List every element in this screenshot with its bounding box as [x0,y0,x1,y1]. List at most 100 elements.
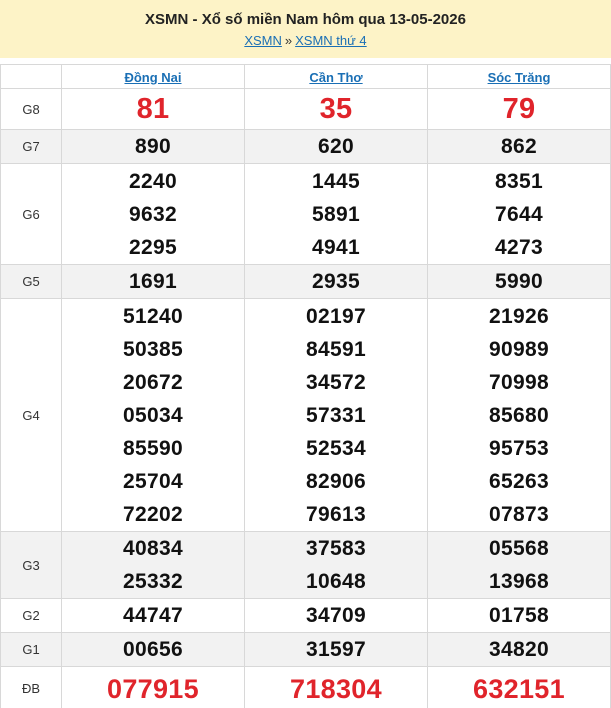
prize-number: 8351 [495,169,543,193]
prize-row-g3: G3 40834 25332 37583 10648 05568 13968 [0,531,611,599]
prize-cell: 8351 7644 4273 [427,163,611,265]
prize-cell: 05568 13968 [427,531,611,599]
prize-label: G6 [0,163,62,265]
page-title: XSMN - Xổ số miền Nam hôm qua 13-05-2026 [145,11,466,28]
prize-number: 90989 [489,337,549,361]
prize-label: G8 [0,88,62,130]
prize-cell: 890 [61,129,245,164]
prize-table-body: G8 81 35 79 G7 890 620 862 G6 2240 9632 2295 1445 589… [0,88,611,708]
prize-cell: 31597 [244,632,428,667]
prize-number: 5891 [312,202,360,226]
prize-cell: 01758 [427,598,611,633]
province-header-dong-nai: Đồng Nai [61,64,245,89]
header-corner-cell [0,64,62,89]
prize-number: 85680 [489,403,549,427]
prize-row-g6: G6 2240 9632 2295 1445 5891 4941 8351 7644 4273 [0,163,611,265]
results-table: Đồng Nai Cần Thơ Sóc Trăng G8 81 35 79 G7 890… [0,64,611,708]
prize-row-db: ĐB 077915 718304 632151 [0,666,611,708]
breadcrumb: XSMN» XSMN thứ 4 [0,32,611,50]
province-header-row: Đồng Nai Cần Thơ Sóc Trăng [0,64,611,89]
prize-number: 34572 [306,370,366,394]
prize-number: 05034 [123,403,183,427]
prize-cell: 2935 [244,264,428,299]
prize-label: ĐB [0,666,62,708]
prize-number: 01758 [489,604,549,627]
province-link-can-tho[interactable]: Cần Thơ [309,70,362,85]
prize-number: 05568 [489,537,549,560]
prize-number: 2935 [312,270,360,293]
prize-number: 632151 [473,673,565,704]
prize-number: 84591 [306,337,366,361]
prize-number: 10648 [306,570,366,593]
province-header-can-tho: Cần Thơ [244,64,428,89]
prize-number: 21926 [489,304,549,328]
prize-cell: 077915 [61,666,245,708]
prize-row-g4: G4 51240 50385 20672 05034 85590 25704 72202 021… [0,298,611,532]
prize-number: 620 [318,135,354,158]
prize-cell: 37583 10648 [244,531,428,599]
prize-number: 65263 [489,469,549,493]
prize-number: 2295 [129,235,177,259]
prize-label: G4 [0,298,62,532]
prize-cell: 00656 [61,632,245,667]
prize-number: 82906 [306,469,366,493]
province-link-dong-nai[interactable]: Đồng Nai [124,70,181,85]
prize-number: 890 [135,135,171,158]
prize-number: 7644 [495,202,543,226]
prize-number: 02197 [306,304,366,328]
prize-cell: 2240 9632 2295 [61,163,245,265]
prize-number: 57331 [306,403,366,427]
prize-cell: 862 [427,129,611,164]
prize-cell: 5990 [427,264,611,299]
prize-cell: 21926 90989 70998 85680 95753 65263 07873 [427,298,611,532]
breadcrumb-link-xsmn[interactable]: XSMN [244,33,282,48]
prize-number: 34820 [489,638,549,661]
prize-cell: 40834 25332 [61,531,245,599]
prize-number: 5990 [495,270,543,293]
prize-cell: 1445 5891 4941 [244,163,428,265]
prize-number: 1691 [129,270,177,293]
prize-row-g7: G7 890 620 862 [0,129,611,164]
prize-number: 72202 [123,502,183,526]
prize-number: 13968 [489,570,549,593]
prize-cell: 02197 84591 34572 57331 52534 82906 79613 [244,298,428,532]
prize-number: 95753 [489,436,549,460]
prize-cell: 620 [244,129,428,164]
prize-number: 9632 [129,202,177,226]
prize-row-g2: G2 44747 34709 01758 [0,598,611,633]
prize-number: 40834 [123,537,183,560]
prize-number: 51240 [123,304,183,328]
prize-number: 20672 [123,370,183,394]
prize-number: 00656 [123,638,183,661]
prize-row-g5: G5 1691 2935 5990 [0,264,611,299]
prize-number: 79 [502,93,536,125]
prize-number: 077915 [107,673,199,704]
prize-label: G2 [0,598,62,633]
prize-cell: 35 [244,88,428,130]
prize-cell: 632151 [427,666,611,708]
prize-number: 4941 [312,235,360,259]
prize-row-g1: G1 00656 31597 34820 [0,632,611,667]
prize-number: 52534 [306,436,366,460]
page-header: XSMN - Xổ số miền Nam hôm qua 13-05-2026… [0,0,611,58]
prize-number: 85590 [123,436,183,460]
prize-cell: 51240 50385 20672 05034 85590 25704 72202 [61,298,245,532]
prize-number: 35 [319,93,353,125]
prize-number: 70998 [489,370,549,394]
prize-label: G3 [0,531,62,599]
prize-number: 718304 [290,673,382,704]
prize-number: 79613 [306,502,366,526]
breadcrumb-link-xsmn-thu-4[interactable]: XSMN thứ 4 [295,33,367,48]
prize-number: 4273 [495,235,543,259]
prize-label: G7 [0,129,62,164]
prize-number: 31597 [306,638,366,661]
prize-cell: 34709 [244,598,428,633]
prize-number: 1445 [312,169,360,193]
prize-number: 81 [136,93,170,125]
prize-number: 2240 [129,169,177,193]
prize-number: 34709 [306,604,366,627]
province-link-soc-trang[interactable]: Sóc Trăng [488,70,551,85]
prize-cell: 81 [61,88,245,130]
prize-number: 44747 [123,604,183,627]
prize-label: G5 [0,264,62,299]
